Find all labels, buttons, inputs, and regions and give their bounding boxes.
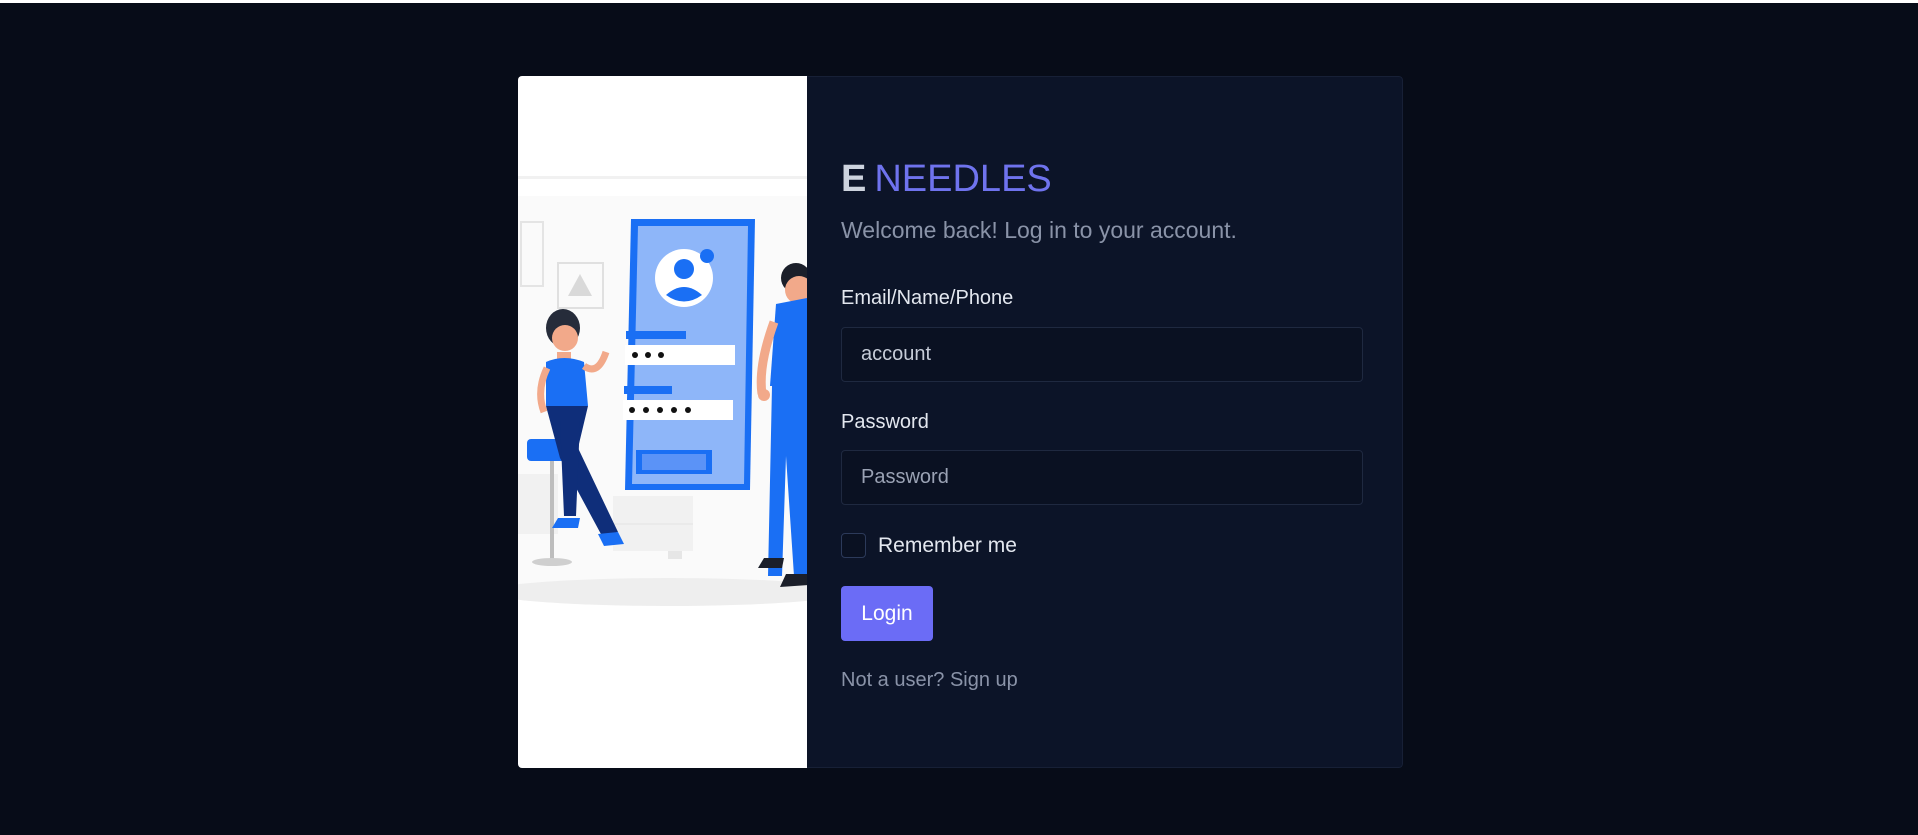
brand-prefix: E [841, 158, 867, 200]
login-illustration [518, 76, 807, 768]
brand-logo: E NEEDLES [841, 157, 1052, 201]
remember-me-checkbox[interactable] [841, 533, 866, 558]
login-card: E NEEDLES Welcome back! Log in to your ac… [518, 76, 1403, 768]
page-subtitle: Welcome back! Log in to your account. [841, 217, 1237, 243]
password-label: Password [841, 411, 929, 433]
email-input[interactable] [841, 327, 1363, 382]
login-button[interactable]: Login [841, 586, 933, 641]
email-label: Email/Name/Phone [841, 287, 1014, 309]
signup-link[interactable]: Sign up [950, 669, 1018, 691]
top-border [0, 0, 1918, 3]
login-form-panel: E NEEDLES Welcome back! Log in to your ac… [807, 76, 1403, 768]
remember-me-row[interactable]: Remember me [841, 533, 1017, 558]
remember-me-label[interactable]: Remember me [878, 534, 1017, 558]
illustration-svg [518, 176, 807, 606]
signup-prompt-text: Not a user? [841, 669, 945, 691]
password-input[interactable] [841, 450, 1363, 505]
brand-name: NEEDLES [874, 158, 1052, 200]
signup-prompt: Not a user? Sign up [841, 669, 1018, 692]
